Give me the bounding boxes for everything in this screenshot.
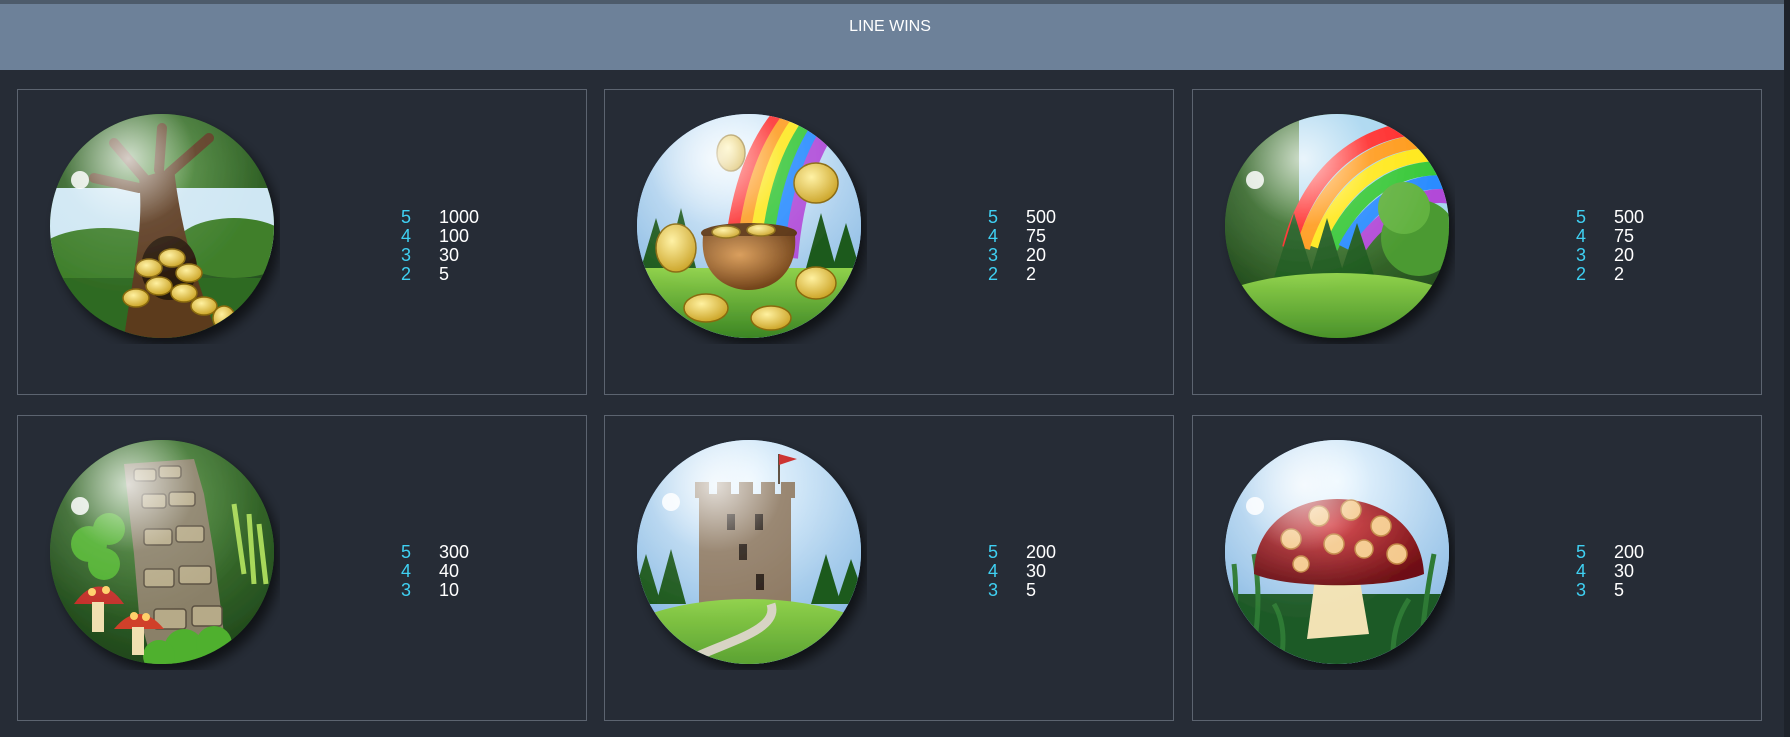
pay-value: 200	[1026, 542, 1057, 562]
pay-value: 75	[1026, 226, 1047, 246]
pay-count: 3	[1576, 580, 1587, 600]
pay-value: 30	[1614, 561, 1635, 581]
pay-count: 5	[1576, 542, 1587, 562]
pay-list: 5 300 4 40 3 10	[401, 543, 469, 600]
paytable-card-tree: 5 1000 4 100 3 30 2 5	[17, 89, 587, 395]
pay-count: 3	[988, 245, 999, 265]
pay-count: 5	[988, 207, 999, 227]
rainbow-icon	[1219, 108, 1455, 344]
mushroom-icon	[1219, 434, 1455, 670]
pay-count: 4	[988, 226, 999, 246]
pay-value: 5	[1026, 580, 1037, 600]
scrollbar-track[interactable]	[1784, 0, 1790, 737]
pay-count: 3	[1576, 245, 1587, 265]
pay-value: 2	[1026, 264, 1037, 284]
pay-count: 2	[988, 264, 999, 284]
pay-count: 2	[401, 264, 412, 284]
pay-value: 75	[1614, 226, 1635, 246]
pot-of-gold-icon	[631, 108, 867, 344]
pay-value: 100	[439, 226, 470, 246]
pay-count: 5	[1576, 207, 1587, 227]
pay-value: 200	[1614, 542, 1645, 562]
paytable-card-stone-wall: 5 300 4 40 3 10	[17, 415, 587, 721]
pay-value: 20	[1026, 245, 1047, 265]
pay-value: 40	[439, 561, 460, 581]
pay-value: 30	[1026, 561, 1047, 581]
pay-value: 2	[1614, 264, 1625, 284]
pay-list: 5 200 4 30 3 5	[988, 543, 1056, 600]
pay-value: 1000	[439, 207, 480, 227]
pay-count: 5	[988, 542, 999, 562]
pay-count: 5	[401, 542, 412, 562]
paytable-header: LINE WINS	[0, 0, 1784, 70]
pay-count: 4	[988, 561, 999, 581]
pay-value: 5	[439, 264, 450, 284]
pay-list: 5 500 4 75 3 20 2 2	[1576, 208, 1644, 284]
paytable-card-rainbow: 5 500 4 75 3 20 2 2	[1192, 89, 1762, 395]
pay-value: 5	[1614, 580, 1625, 600]
pay-count: 4	[401, 226, 412, 246]
pay-count: 3	[988, 580, 999, 600]
pay-count: 3	[401, 245, 412, 265]
pay-value: 300	[439, 542, 470, 562]
pay-count: 5	[401, 207, 412, 227]
paytable-card-mushroom: 5 200 4 30 3 5	[1192, 415, 1762, 721]
pay-value: 10	[439, 580, 460, 600]
pay-value: 30	[439, 245, 460, 265]
pay-count: 2	[1576, 264, 1587, 284]
page-title: LINE WINS	[849, 18, 931, 35]
pay-value: 500	[1026, 207, 1057, 227]
pay-value: 500	[1614, 207, 1645, 227]
pay-count: 4	[1576, 561, 1587, 581]
pay-count: 4	[1576, 226, 1587, 246]
castle-tower-icon	[631, 434, 867, 670]
pay-value: 20	[1614, 245, 1635, 265]
tree-gold-icon	[44, 108, 280, 344]
pay-count: 3	[401, 580, 412, 600]
pay-list: 5 1000 4 100 3 30 2 5	[401, 208, 479, 284]
paytable-card-castle-tower: 5 200 4 30 3 5	[604, 415, 1174, 721]
stone-wall-icon	[44, 434, 280, 670]
pay-count: 4	[401, 561, 412, 581]
pay-list: 5 200 4 30 3 5	[1576, 543, 1644, 600]
paytable-card-pot-of-gold: 5 500 4 75 3 20 2 2	[604, 89, 1174, 395]
pay-list: 5 500 4 75 3 20 2 2	[988, 208, 1056, 284]
